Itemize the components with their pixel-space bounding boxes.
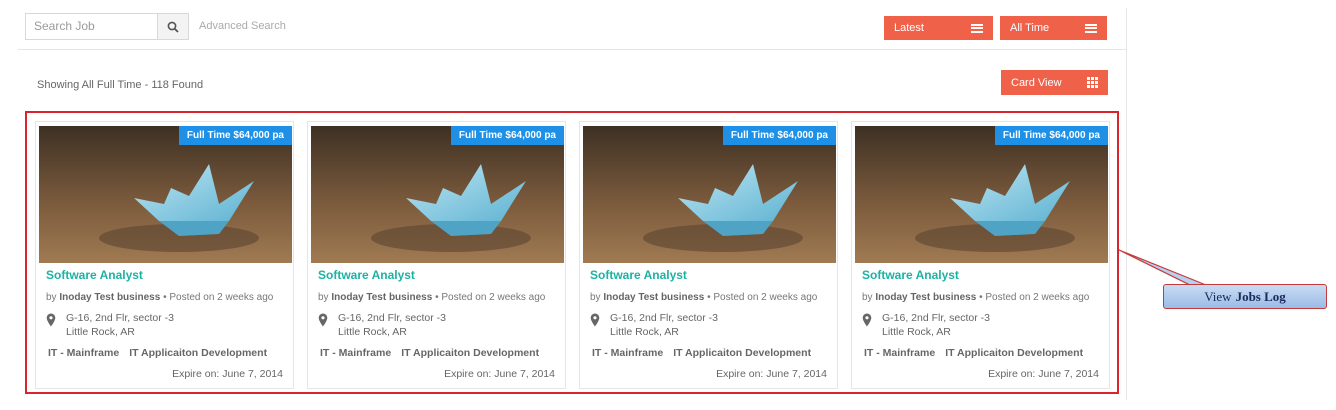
callout-emphasis: Jobs Log (1235, 288, 1286, 304)
job-listing-page: Search Job Advanced Search Latest All Ti… (0, 0, 1336, 410)
callout-pointer (1118, 249, 1207, 286)
callout-label: View Jobs Log (1163, 284, 1327, 309)
callout-prefix: View (1204, 288, 1232, 304)
